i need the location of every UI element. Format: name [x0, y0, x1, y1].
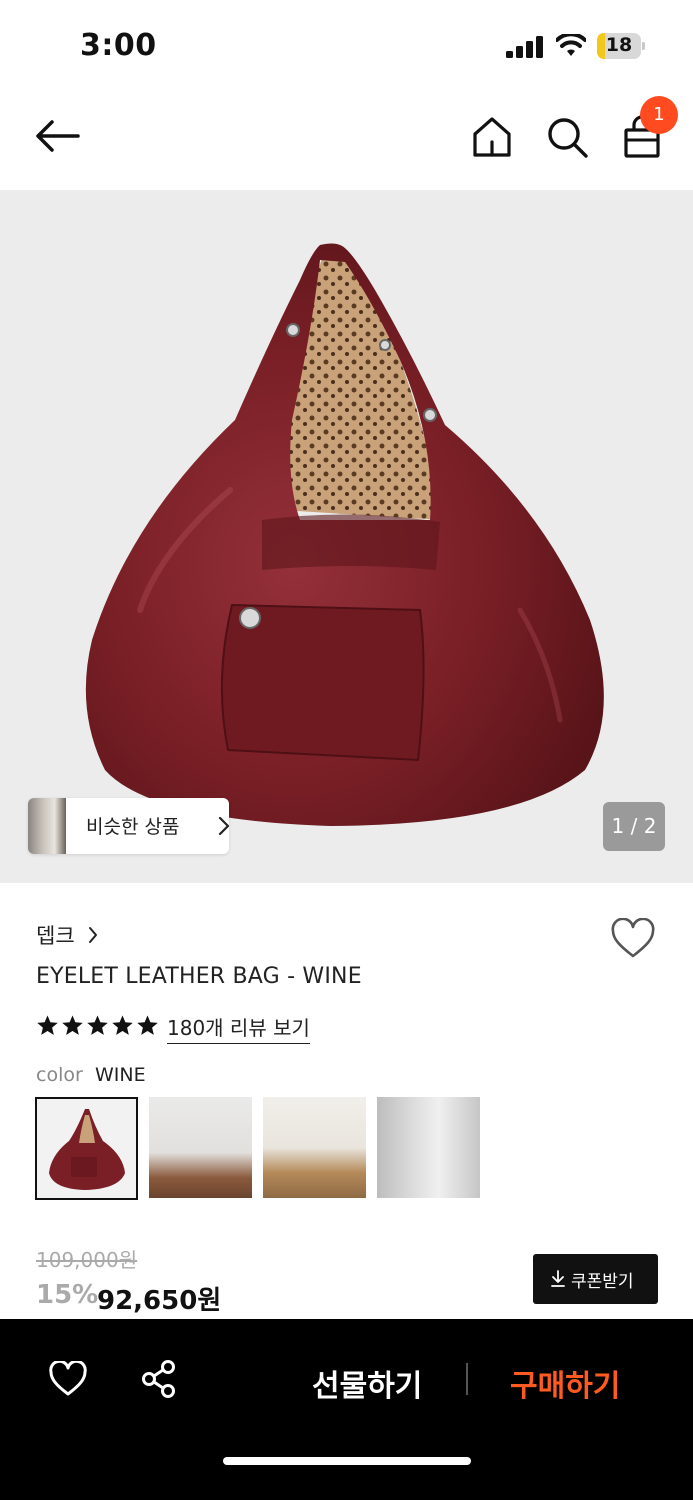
heart-icon[interactable] [48, 1361, 88, 1397]
product-image-carousel[interactable]: 비슷한 상품 1 / 2 [0, 190, 693, 883]
battery-level: 18 [605, 34, 633, 56]
similar-products-label: 비슷한 상품 [86, 816, 180, 838]
color-option-label: color [36, 1064, 83, 1086]
bag-thumbnail [49, 1109, 125, 1190]
color-swatch-photo-2[interactable] [149, 1097, 252, 1198]
battery-icon: 18 [597, 33, 645, 59]
image-page-indicator: 1 / 2 [603, 802, 665, 851]
top-nav: 1 [0, 90, 693, 190]
star-icon [87, 1015, 108, 1035]
color-swatch-photo-3[interactable] [263, 1097, 366, 1198]
home-indicator [223, 1457, 471, 1465]
search-icon[interactable] [544, 114, 590, 160]
star-icon [112, 1015, 133, 1035]
color-swatch-wine-bag[interactable] [35, 1097, 138, 1200]
discount-rate: 15% [36, 1280, 99, 1310]
similar-products-button[interactable]: 비슷한 상품 [28, 798, 229, 854]
star-icon [37, 1015, 58, 1035]
back-arrow-icon[interactable] [30, 116, 82, 156]
divider [466, 1363, 468, 1395]
home-icon[interactable] [470, 114, 514, 160]
brand-link[interactable]: 뎁크 [36, 920, 75, 950]
color-option-value: WINE [95, 1064, 146, 1086]
wifi-icon [556, 34, 586, 56]
color-swatch-photo-4[interactable] [377, 1097, 480, 1198]
gift-button[interactable]: 선물하기 [312, 1361, 422, 1405]
reviews-link[interactable]: 180개 리뷰 보기 [167, 1012, 310, 1044]
coupon-label: 쿠폰받기 [571, 1272, 634, 1292]
star-icon [62, 1015, 83, 1035]
similar-products-thumbnail [28, 798, 66, 854]
download-icon [551, 1270, 565, 1287]
chevron-right-icon [218, 816, 229, 836]
product-title: EYELET LEATHER BAG - WINE [36, 964, 362, 989]
star-icon [137, 1015, 158, 1035]
cart-count-badge: 1 [640, 96, 678, 134]
signal-icon [506, 36, 543, 58]
chevron-right-icon [89, 927, 97, 943]
status-time: 3:00 [80, 28, 157, 63]
status-bar: 3:00 18 [0, 0, 693, 90]
product-image [85, 243, 604, 826]
rating-stars [36, 1014, 159, 1038]
original-price: 109,000원 [36, 1248, 138, 1272]
heart-icon[interactable] [610, 918, 656, 960]
coupon-download-button[interactable]: 쿠폰받기 [533, 1254, 658, 1304]
bottom-action-bar: 선물하기 구매하기 [0, 1319, 693, 1500]
sale-price: 92,650원 [97, 1286, 222, 1316]
buy-button[interactable]: 구매하기 [510, 1361, 620, 1405]
share-icon[interactable] [140, 1359, 178, 1399]
